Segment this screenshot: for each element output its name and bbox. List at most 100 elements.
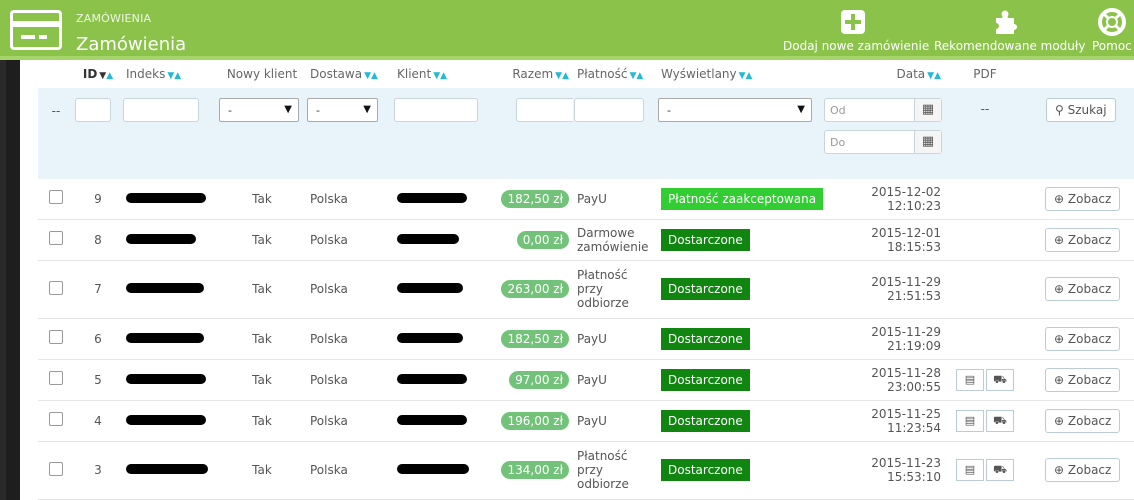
order-total: 182,50 zł xyxy=(501,189,569,208)
col-total[interactable]: Razem ▼▲ xyxy=(493,60,573,88)
date-to-input[interactable]: Do ▦ xyxy=(824,130,942,154)
order-total: 196,00 zł xyxy=(501,411,569,430)
filter-payment-input[interactable] xyxy=(574,98,644,122)
invoice-icon[interactable]: ▤ xyxy=(956,409,984,432)
breadcrumb[interactable]: ZAMÓWIENIA xyxy=(76,12,151,25)
search-button[interactable]: ⚲ Szukaj xyxy=(1046,98,1116,122)
pdf-actions xyxy=(945,219,1025,261)
status-badge: Dostarczone xyxy=(661,459,750,481)
col-date[interactable]: Data ▼▲ xyxy=(823,60,945,88)
order-reference xyxy=(122,179,218,220)
customer-name xyxy=(393,318,493,360)
customer-name xyxy=(393,400,493,442)
credit-card-icon xyxy=(10,10,62,50)
view-button[interactable]: ⊕ Zobacz xyxy=(1045,227,1121,252)
filter-delivery-select[interactable]: - ▼ xyxy=(307,98,378,122)
payment-method: Płatność przy odbiorze xyxy=(573,260,657,319)
sort-icon[interactable]: ▼▲ xyxy=(555,71,569,81)
row-checkbox[interactable] xyxy=(49,330,63,344)
row-checkbox[interactable] xyxy=(49,280,63,295)
col-payment[interactable]: Płatność ▼▲ xyxy=(573,60,657,88)
order-id: 3 xyxy=(74,441,122,500)
table-row[interactable]: 3 Tak Polska 134,00 zł Płatność przy odbiorz… xyxy=(38,441,1134,500)
status-badge: Dostarczone xyxy=(661,368,750,391)
calendar-icon[interactable]: ▦ xyxy=(914,99,941,121)
filter-total-input[interactable] xyxy=(516,98,580,122)
delivery-country: Polska xyxy=(306,179,393,220)
pdf-actions xyxy=(945,260,1025,319)
order-id: 5 xyxy=(74,359,122,401)
search-icon: ⚲ xyxy=(1055,103,1064,117)
table-row[interactable]: 5 Tak Polska 97,00 zł PayU Dostarczone 2015-11… xyxy=(38,359,1134,401)
sort-icon[interactable]: ▼▲ xyxy=(433,71,447,81)
sort-icon[interactable]: ▼▲ xyxy=(99,71,113,81)
order-reference xyxy=(122,400,218,442)
filter-pdf-placeholder: -- xyxy=(945,88,1025,179)
payment-method: PayU xyxy=(573,318,657,360)
table-row[interactable]: 9 Tak Polska 182,50 zł PayU Płatność zaakcept… xyxy=(38,179,1134,220)
col-delivery[interactable]: Dostawa ▼▲ xyxy=(306,60,393,88)
delivery-country: Polska xyxy=(306,359,393,401)
order-total: 0,00 zł xyxy=(516,230,569,249)
zoom-icon: ⊕ xyxy=(1054,413,1065,428)
order-date: 2015-11-23 15:53:10 xyxy=(823,441,945,500)
date-from-input[interactable]: Od ▦ xyxy=(824,98,942,122)
order-date: 2015-11-28 23:00:55 xyxy=(823,359,945,401)
customer-name xyxy=(393,179,493,220)
order-date: 2015-11-29 21:19:09 xyxy=(823,318,945,360)
sort-icon[interactable]: ▼▲ xyxy=(167,71,181,81)
new-client: Tak xyxy=(218,359,306,401)
zoom-icon: ⊕ xyxy=(1054,463,1065,477)
order-reference xyxy=(122,219,218,261)
delivery-country: Polska xyxy=(306,219,393,261)
col-index[interactable]: Indeks ▼▲ xyxy=(122,60,218,88)
filter-id-input[interactable] xyxy=(75,98,111,122)
filter-new-client-select[interactable]: - ▼ xyxy=(219,98,299,122)
pdf-actions xyxy=(945,179,1025,220)
col-client[interactable]: Klient ▼▲ xyxy=(393,60,493,88)
table-row[interactable]: 6 Tak Polska 182,50 zł PayU Dostarczone 2015-1… xyxy=(38,318,1134,360)
table-row[interactable]: 7 Tak Polska 263,00 zł Płatność przy odbiorz… xyxy=(38,260,1134,319)
chevron-down-icon: ▼ xyxy=(363,104,371,115)
view-button[interactable]: ⊕ Zobacz xyxy=(1045,367,1121,392)
row-checkbox[interactable] xyxy=(49,371,63,385)
recommended-modules-button[interactable]: Rekomendowane moduły xyxy=(934,8,1085,54)
truck-icon[interactable]: ⛟ xyxy=(986,459,1014,481)
row-checkbox[interactable] xyxy=(49,461,63,476)
puzzle-icon xyxy=(996,10,1017,34)
sort-icon[interactable]: ▼▲ xyxy=(364,71,378,81)
filter-status-select[interactable]: - ▼ xyxy=(658,98,812,122)
order-total: 134,00 zł xyxy=(501,461,569,479)
row-checkbox[interactable] xyxy=(49,190,63,205)
row-checkbox[interactable] xyxy=(49,231,63,245)
sort-icon[interactable]: ▼▲ xyxy=(927,71,941,81)
filter-client-input[interactable] xyxy=(394,98,478,122)
row-checkbox[interactable] xyxy=(49,412,63,426)
truck-icon[interactable]: ⛟ xyxy=(986,368,1014,391)
table-row[interactable]: 8 Tak Polska 0,00 zł Darmowe zamówienie Dosta… xyxy=(38,219,1134,261)
sort-icon[interactable]: ▼▲ xyxy=(739,71,753,81)
add-order-button[interactable]: Dodaj nowe zamówienie xyxy=(783,8,929,54)
view-button[interactable]: ⊕ Zobacz xyxy=(1045,326,1121,351)
col-status[interactable]: Wyświetlany ▼▲ xyxy=(657,60,823,88)
chevron-down-icon: ▼ xyxy=(797,104,805,115)
sort-icon[interactable]: ▼▲ xyxy=(630,71,644,81)
truck-icon[interactable]: ⛟ xyxy=(986,409,1014,432)
chevron-down-icon: ▼ xyxy=(284,104,292,115)
order-total: 97,00 zł xyxy=(509,370,569,389)
header-row: ID ▼▲ Indeks ▼▲ Nowy klient Dostawa ▼▲ Klie… xyxy=(38,60,1134,88)
view-button[interactable]: ⊕ Zobacz xyxy=(1045,186,1121,211)
view-button[interactable]: ⊕ Zobacz xyxy=(1045,458,1121,482)
order-date: 2015-12-01 18:15:53 xyxy=(823,219,945,261)
view-button[interactable]: ⊕ Zobacz xyxy=(1045,408,1121,433)
view-button[interactable]: ⊕ Zobacz xyxy=(1045,277,1121,301)
calendar-icon[interactable]: ▦ xyxy=(914,131,941,153)
invoice-icon[interactable]: ▤ xyxy=(956,368,984,391)
new-client: Tak xyxy=(218,260,306,319)
help-button[interactable]: Pomoc xyxy=(1092,8,1134,54)
table-row[interactable]: 4 Tak Polska 196,00 zł PayU Dostarczone 2015-1… xyxy=(38,400,1134,442)
filter-index-input[interactable] xyxy=(123,98,199,122)
col-id[interactable]: ID ▼▲ xyxy=(74,60,122,88)
invoice-icon[interactable]: ▤ xyxy=(956,459,984,481)
order-reference xyxy=(122,260,218,319)
